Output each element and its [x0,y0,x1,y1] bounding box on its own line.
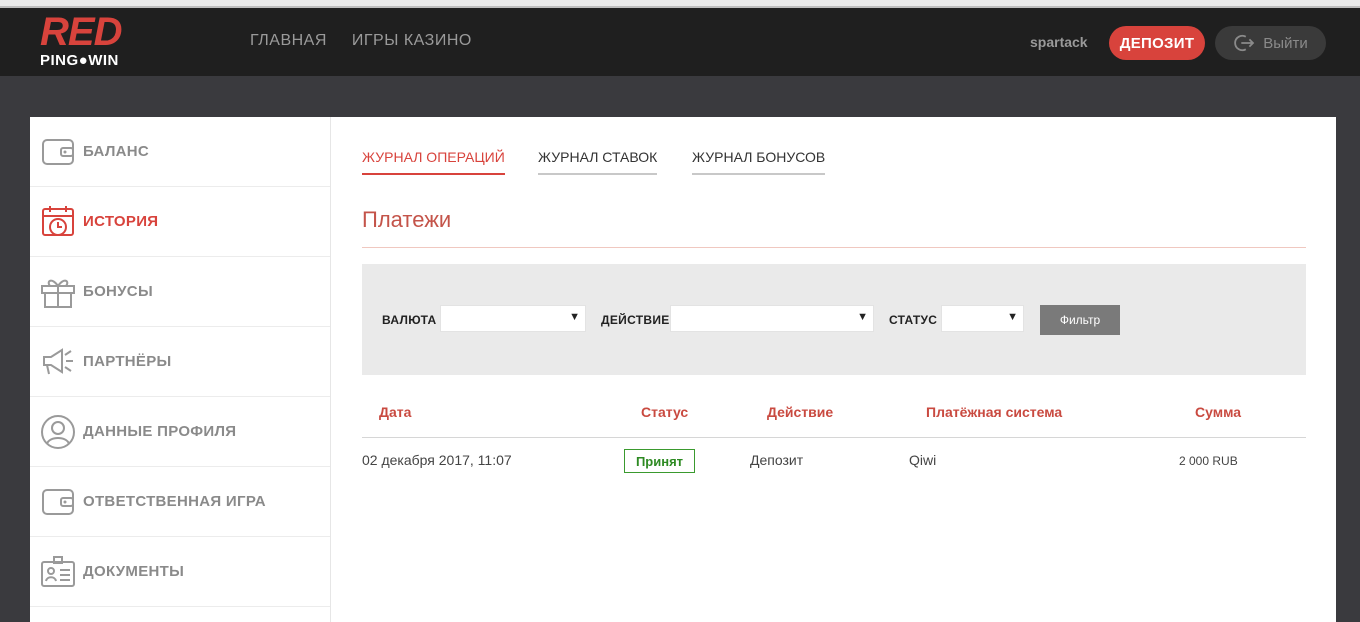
account-panel: БАЛАНС ИСТОРИЯ БОНУСЫ ПАРТНЁРЫ ДАННЫЕ ПР… [30,117,1336,622]
tab-bonuses-journal[interactable]: ЖУРНАЛ БОНУСОВ [692,149,826,175]
site-logo[interactable]: RED PING●WIN [40,10,150,70]
logo-pingwin-text: PING●WIN [40,52,119,69]
sidebar-item-responsible-gaming[interactable]: ОТВЕТСТВЕННАЯ ИГРА [30,467,330,537]
cell-payment-system: Qiwi [909,452,937,468]
status-label: СТАТУС [889,313,938,327]
sidebar-item-partners[interactable]: ПАРТНЁРЫ [30,327,330,397]
filter-button[interactable]: Фильтр [1040,305,1120,335]
cell-date: 02 декабря 2017, 11:07 [362,452,512,468]
sidebar-item-balance[interactable]: БАЛАНС [30,117,330,187]
username[interactable]: spartack [1030,34,1088,50]
nav-casino-games[interactable]: ИГРЫ КАЗИНО [352,32,472,50]
action-select[interactable]: ▼ [670,305,874,332]
browser-strip [0,0,1360,8]
cell-amount: 2 000 RUB [1179,454,1238,468]
dropdown-arrow-icon: ▼ [857,311,868,323]
page-title: Платежи [362,207,452,232]
sidebar-item-documents[interactable]: ДОКУМЕНТЫ [30,537,330,607]
table-row: 02 декабря 2017, 11:07 Принят Депозит Qi… [362,439,1306,483]
column-header-date[interactable]: Дата [379,404,411,420]
wallet-icon [40,485,76,519]
calendar-clock-icon [40,205,76,239]
logout-icon [1234,34,1255,52]
dropdown-arrow-icon: ▼ [569,311,580,323]
main-content: ЖУРНАЛ ОПЕРАЦИЙ ЖУРНАЛ СТАВОК ЖУРНАЛ БОН… [362,117,1306,622]
logo-red-text: RED [40,10,122,54]
nav-home[interactable]: ГЛАВНАЯ [250,32,327,50]
status-badge: Принят [624,449,695,473]
sidebar-item-label: ОТВЕТСТВЕННАЯ ИГРА [83,493,266,510]
filter-bar: ВАЛЮТА ▼ ДЕЙСТВИЕ ▼ СТАТУС ▼ Фильтр [362,264,1306,375]
account-sidebar: БАЛАНС ИСТОРИЯ БОНУСЫ ПАРТНЁРЫ ДАННЫЕ ПР… [30,117,331,622]
table-header: Дата Статус Действие Платёжная система С… [362,387,1306,438]
sidebar-item-label: ДАННЫЕ ПРОФИЛЯ [83,423,237,440]
tab-bets-journal[interactable]: ЖУРНАЛ СТАВОК [538,149,658,175]
column-header-status[interactable]: Статус [641,404,688,420]
currency-label: ВАЛЮТА [382,313,437,327]
dropdown-arrow-icon: ▼ [1007,311,1018,323]
sidebar-item-label: БАЛАНС [83,143,150,160]
currency-select[interactable]: ▼ [440,305,586,332]
user-icon [40,414,76,449]
column-header-amount[interactable]: Сумма [1195,404,1241,420]
sidebar-item-label: БОНУСЫ [83,283,153,300]
sidebar-item-label: ДОКУМЕНТЫ [83,563,185,580]
column-header-action[interactable]: Действие [767,404,833,420]
sidebar-item-history[interactable]: ИСТОРИЯ [30,187,330,257]
id-card-icon [40,555,76,589]
deposit-button[interactable]: ДЕПОЗИТ [1109,26,1205,60]
main-nav: ГЛАВНАЯ ИГРЫ КАЗИНО [250,32,472,50]
megaphone-icon [40,345,76,379]
wallet-icon [40,135,76,169]
site-header: RED PING●WIN ГЛАВНАЯ ИГРЫ КАЗИНО spartac… [0,8,1360,76]
action-label: ДЕЙСТВИЕ [601,313,670,327]
sidebar-item-profile[interactable]: ДАННЫЕ ПРОФИЛЯ [30,397,330,467]
status-select[interactable]: ▼ [941,305,1024,332]
cell-action: Депозит [750,452,804,468]
logout-button[interactable]: Выйти [1215,26,1326,60]
gift-icon [40,275,76,309]
title-divider [362,247,1306,248]
sidebar-item-bonuses[interactable]: БОНУСЫ [30,257,330,327]
tab-operations-journal[interactable]: ЖУРНАЛ ОПЕРАЦИЙ [362,149,505,175]
sidebar-item-label: ПАРТНЁРЫ [83,353,172,370]
column-header-payment-system[interactable]: Платёжная система [926,404,1062,420]
logout-label: Выйти [1263,34,1308,52]
sidebar-item-label: ИСТОРИЯ [83,213,159,230]
